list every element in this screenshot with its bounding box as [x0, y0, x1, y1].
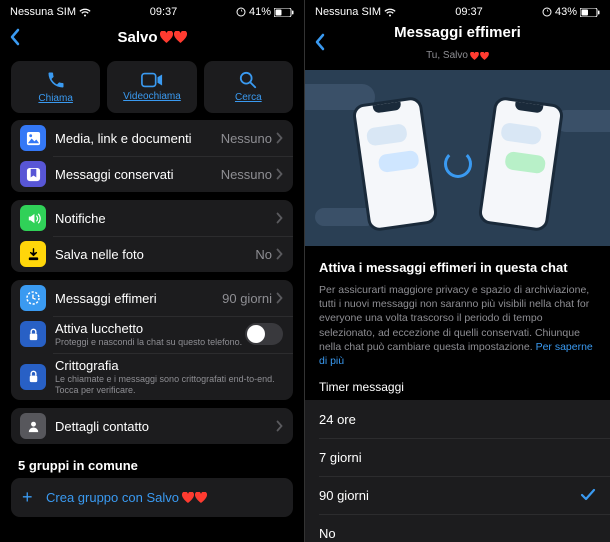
video-icon	[141, 72, 163, 88]
option-label: No	[319, 526, 596, 541]
lock-label: Attiva lucchetto	[55, 321, 245, 336]
crypto-label: Crittografia	[55, 358, 283, 373]
lock-rotation-icon	[542, 7, 552, 17]
option-label: 7 giorni	[319, 450, 596, 465]
checkmark-icon	[580, 488, 596, 502]
navbar: Messaggi effimeri Tu, Salvo	[305, 20, 610, 64]
heart-icons	[160, 31, 187, 43]
battery-icon	[274, 8, 294, 17]
bookmark-icon	[20, 161, 46, 187]
phone-contact-info: Nessuna SIM 09:37 41% Salvo Chiama	[0, 0, 305, 542]
chevron-right-icon	[276, 168, 283, 180]
chevron-left-icon	[313, 32, 327, 52]
timer-header: Timer messaggi	[305, 380, 610, 400]
groups-header: 5 gruppi in comune	[0, 452, 304, 478]
kept-value: Nessuno	[221, 167, 272, 182]
battery-icon	[580, 8, 600, 17]
photo-icon	[20, 125, 46, 151]
ephemeral-heading: Attiva i messaggi effimeri in questa cha…	[305, 246, 610, 283]
carrier-label: Nessuna SIM	[10, 6, 76, 18]
timer-option-7d[interactable]: 7 giorni	[305, 438, 610, 476]
ephemeral-value: 90 giorni	[222, 291, 272, 306]
timer-icon	[20, 285, 46, 311]
chevron-right-icon	[276, 132, 283, 144]
ephemeral-row[interactable]: Messaggi effimeri 90 giorni	[11, 280, 293, 316]
navbar: Salvo	[0, 20, 304, 54]
chevron-left-icon	[8, 27, 22, 47]
savephotos-value: No	[255, 247, 272, 262]
lock-icon	[20, 321, 46, 347]
ephemeral-label: Messaggi effimeri	[55, 291, 222, 306]
encryption-icon	[20, 364, 46, 390]
timer-option-90d[interactable]: 90 giorni	[305, 476, 610, 514]
wifi-icon	[79, 8, 91, 17]
notifications-label: Notifiche	[55, 211, 276, 226]
notifications-row[interactable]: Notifiche	[11, 200, 293, 236]
media-label: Media, link e documenti	[55, 131, 221, 146]
action-buttons: Chiama Videochiama Cerca	[0, 54, 304, 120]
chevron-right-icon	[276, 420, 283, 432]
create-group-row[interactable]: + Crea gruppo con Salvo	[11, 478, 293, 517]
page-subtitle: Tu, Salvo	[305, 50, 610, 61]
ephemeral-illustration	[305, 70, 610, 246]
savephotos-label: Salva nelle foto	[55, 247, 255, 262]
plus-icon: +	[22, 487, 46, 508]
battery-label: 43%	[555, 6, 577, 18]
create-group-label: Crea gruppo con Salvo	[46, 490, 207, 505]
call-label: Chiama	[38, 93, 72, 104]
speaker-icon	[20, 205, 46, 231]
back-button[interactable]	[313, 32, 327, 52]
option-label: 90 giorni	[319, 488, 580, 503]
status-bar: Nessuna SIM 09:37 43%	[305, 0, 610, 20]
chat-lock-row[interactable]: Attiva lucchetto Proteggi e nascondi la …	[11, 316, 293, 353]
media-row[interactable]: Media, link e documenti Nessuno	[11, 120, 293, 156]
ephemeral-description: Per assicurarti maggiore privacy e spazi…	[305, 283, 610, 380]
chevron-right-icon	[276, 248, 283, 260]
contact-details-row[interactable]: Dettagli contatto	[11, 408, 293, 444]
timer-option-off[interactable]: No	[305, 514, 610, 542]
search-label: Cerca	[235, 92, 262, 103]
option-label: 24 ore	[319, 412, 596, 427]
back-button[interactable]	[8, 27, 22, 47]
video-call-button[interactable]: Videochiama	[107, 61, 196, 113]
video-label: Videochiama	[123, 91, 181, 102]
page-title: Messaggi effimeri	[305, 24, 610, 41]
lock-sublabel: Proteggi e nascondi la chat su questo te…	[55, 337, 245, 348]
contact-name: Salvo	[117, 29, 157, 46]
page-title: Salvo	[0, 29, 304, 46]
crypto-sublabel: Le chiamate e i messaggi sono crittograf…	[55, 374, 283, 396]
media-value: Nessuno	[221, 131, 272, 146]
person-icon	[20, 413, 46, 439]
status-bar: Nessuna SIM 09:37 41%	[0, 0, 304, 20]
clock-label: 09:37	[455, 6, 483, 18]
encryption-row[interactable]: Crittografia Le chiamate e i messaggi so…	[11, 353, 293, 401]
kept-messages-row[interactable]: Messaggi conservati Nessuno	[11, 156, 293, 192]
chat-lock-toggle[interactable]	[245, 323, 283, 345]
save-icon	[20, 241, 46, 267]
battery-label: 41%	[249, 6, 271, 18]
save-photos-row[interactable]: Salva nelle foto No	[11, 236, 293, 272]
chevron-right-icon	[276, 292, 283, 304]
search-icon	[239, 71, 257, 89]
call-button[interactable]: Chiama	[11, 61, 100, 113]
wifi-icon	[384, 8, 396, 17]
timer-options: 24 ore 7 giorni 90 giorni No	[305, 400, 610, 542]
details-label: Dettagli contatto	[55, 419, 276, 434]
chevron-right-icon	[276, 212, 283, 224]
phone-icon	[46, 70, 66, 90]
heart-icons	[470, 52, 489, 60]
phone-ephemeral-settings: Nessuna SIM 09:37 43% Messaggi effimeri …	[305, 0, 610, 542]
search-button[interactable]: Cerca	[204, 61, 293, 113]
lock-rotation-icon	[236, 7, 246, 17]
kept-label: Messaggi conservati	[55, 167, 221, 182]
heart-icons	[182, 492, 207, 503]
carrier-label: Nessuna SIM	[315, 6, 381, 18]
clock-label: 09:37	[150, 6, 178, 18]
timer-option-24h[interactable]: 24 ore	[305, 400, 610, 438]
